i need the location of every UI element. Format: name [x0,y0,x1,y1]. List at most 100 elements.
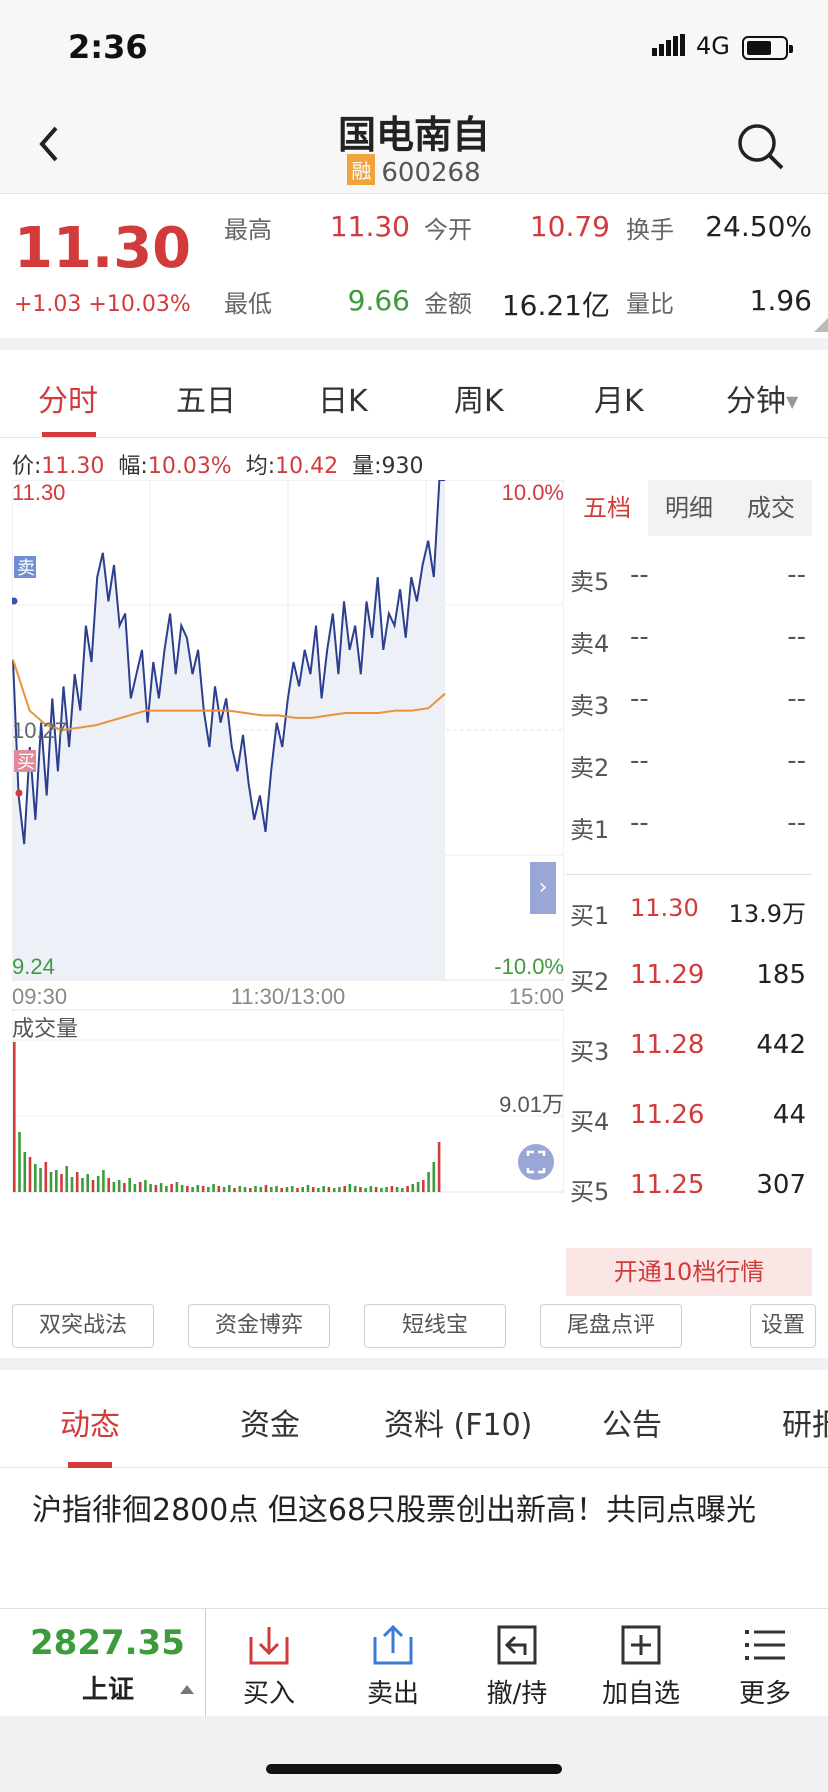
tab-news-feed[interactable]: 动态 [60,1400,120,1444]
ask-row: 卖2 -- -- [566,732,812,794]
tab-daily-k[interactable]: 日K [318,376,368,420]
search-icon[interactable] [734,120,786,172]
volume-bar [55,1170,58,1192]
volume-bar [28,1157,32,1192]
volume-bar [395,1187,399,1192]
upgrade-ten-levels-button[interactable]: 开通10档行情 [566,1248,812,1296]
buy-icon [249,1627,289,1665]
collapse-book-button[interactable]: › [530,862,556,914]
index-value[interactable]: 2827.35 [30,1623,185,1663]
bid-row: 买2 11.29 185 [566,946,812,1008]
volume-bar [128,1178,131,1192]
volume-bar [217,1186,221,1192]
volume-bar [91,1180,95,1192]
volume-max-label: 9.01万 [499,1092,564,1117]
bottom-action-bar: 2827.35 上证 买入 卖出 撤/持 加自选 更多 [0,1608,828,1717]
ask-row: 卖5 -- -- [566,546,812,608]
tab-monthly-k[interactable]: 月K [594,376,644,420]
volume-bar [238,1186,242,1192]
dual-breakout-button[interactable]: 双突战法 [12,1304,154,1348]
index-name[interactable]: 上证 [82,1669,134,1706]
volume-bar [170,1184,173,1192]
volume-bar [39,1168,42,1192]
ask-volume: -- [787,560,806,590]
tab-research[interactable]: 研报 [782,1400,828,1444]
volume-bar [75,1172,79,1192]
plus-box-icon [621,1625,661,1665]
index-expand-icon[interactable] [180,1685,194,1694]
bid-label: 买1 [570,902,610,930]
volume-bar [86,1174,89,1192]
tab-capital[interactable]: 资金 [240,1400,300,1444]
volume-bar [65,1166,68,1192]
stock-code-line: 融 600268 [0,154,828,188]
volume-bar [112,1182,116,1192]
change-percent: +10.03% [88,292,191,317]
volume-bar [249,1188,252,1192]
volume-bar [180,1185,184,1192]
volume-bar [322,1186,325,1192]
info-price-label: 价: [12,454,42,479]
bid-price: 11.26 [630,1100,705,1130]
amount-value: 16.21亿 [501,289,610,322]
closing-review-button[interactable]: 尾盘点评 [540,1304,682,1348]
info-price: 11.30 [41,454,105,479]
bid-row: 买1 11.30 13.9万 [566,880,812,942]
bid-label: 买4 [570,1108,610,1136]
news-headline: 沪指徘徊2800点 但这68只股票创出新高！共同点曝光 [32,1493,757,1528]
add-watchlist-label: 加自选 [601,1679,680,1709]
volume-bar [369,1186,373,1192]
short-term-button[interactable]: 短线宝 [364,1304,506,1348]
y-mid-price: 10.27 [12,718,67,743]
bid-volume: 44 [772,1100,806,1130]
volume-bar [359,1187,362,1192]
add-watchlist-button[interactable]: 加自选 [586,1609,696,1717]
volume-bar [401,1188,404,1192]
volume-bar [332,1188,336,1192]
more-button[interactable]: 更多 [710,1609,820,1717]
settings-button[interactable]: 设置 [750,1304,816,1348]
volume-bar [296,1188,299,1192]
volume-bar [175,1182,179,1192]
expand-corner-icon[interactable] [814,318,828,332]
news-item[interactable]: 沪指徘徊2800点 但这68只股票创出新高！共同点曝光 [0,1468,828,1608]
tab-profile-f10[interactable]: 资料 (F10) [384,1400,532,1444]
volume-bar [385,1187,388,1192]
tab-intraday[interactable]: 分时 [38,376,98,420]
volume-bar [154,1185,158,1192]
buy-button[interactable]: 买入 [214,1609,324,1717]
volume-bar [380,1188,383,1192]
period-tabs: 分时 五日 日K 周K 月K 分钟▼ [0,350,828,438]
tab-minute[interactable]: 分钟▼ [726,376,798,420]
capital-game-button[interactable]: 资金博弈 [188,1304,330,1348]
volume-bar [133,1184,137,1192]
volume-bar [201,1186,205,1192]
info-amp-label: 幅: [118,454,148,479]
tab-weekly-k[interactable]: 周K [454,376,504,420]
bid-label: 买5 [570,1178,610,1206]
order-book: 五档 明细 成交 卖5 -- -- 卖4 -- -- 卖3 -- -- 卖2 -… [566,480,812,1296]
volume-title: 成交量 [12,1017,78,1042]
volume-bar [317,1188,320,1192]
bid-volume: 307 [756,1170,806,1200]
tab-trades[interactable]: 成交 [730,480,812,536]
tab-five-day[interactable]: 五日 [176,376,236,420]
tab-announcements[interactable]: 公告 [602,1400,662,1444]
fullscreen-icon[interactable] [518,1144,554,1180]
volume-bar [280,1188,283,1192]
volume-bar [186,1186,189,1192]
volume-bar [96,1176,100,1192]
volume-bar [254,1186,257,1192]
volume-bar [353,1186,357,1192]
bid-price: 11.25 [630,1170,705,1200]
volume-bar [60,1174,63,1192]
tab-detail[interactable]: 明细 [648,480,730,536]
more-label: 更多 [738,1679,791,1709]
tab-five-levels[interactable]: 五档 [566,480,648,536]
bid-row: 买4 11.26 44 [566,1086,812,1148]
sell-button[interactable]: 卖出 [338,1609,448,1717]
cancel-hold-button[interactable]: 撤/持 [462,1609,572,1717]
volume-bar [374,1187,378,1192]
intraday-chart[interactable]: 11.30 10.0% 10.27 9.24 -10.0% 卖 买 09:30 … [12,480,564,1292]
volume-bar [259,1187,263,1192]
